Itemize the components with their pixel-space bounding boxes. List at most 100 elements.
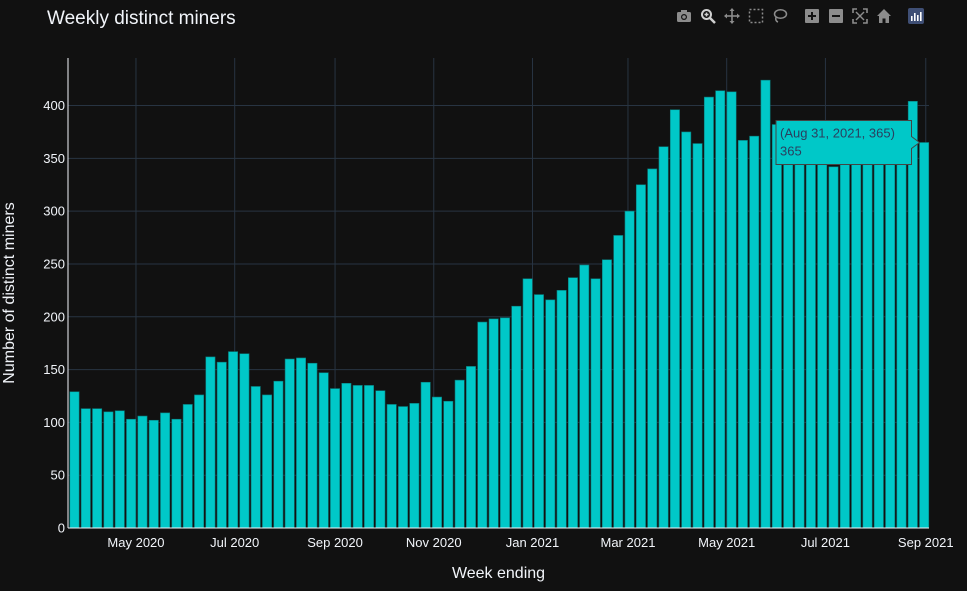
bar[interactable] xyxy=(783,153,794,529)
bar[interactable] xyxy=(873,140,884,529)
bar[interactable] xyxy=(148,419,159,529)
bar[interactable] xyxy=(511,305,522,529)
bar[interactable] xyxy=(216,361,227,529)
bar[interactable] xyxy=(318,372,329,529)
bar[interactable] xyxy=(432,396,442,529)
bar[interactable] xyxy=(386,404,397,529)
bar[interactable] xyxy=(919,142,930,529)
bar[interactable] xyxy=(794,136,805,529)
bar[interactable] xyxy=(669,109,680,529)
x-tick-label: Sep 2020 xyxy=(307,535,363,550)
bar[interactable] xyxy=(92,408,103,529)
bar[interactable] xyxy=(341,383,352,529)
x-axis-title: Week ending xyxy=(452,565,545,582)
bar[interactable] xyxy=(182,404,193,529)
bar[interactable] xyxy=(534,294,544,529)
bar[interactable] xyxy=(907,101,918,529)
y-tick-label: 400 xyxy=(43,98,65,113)
y-tick-label: 100 xyxy=(43,415,65,430)
bar[interactable] xyxy=(522,278,533,529)
y-axis-title: Number of distinct miners xyxy=(1,202,18,383)
bar[interactable] xyxy=(896,123,907,529)
bar[interactable] xyxy=(239,353,250,529)
bar[interactable] xyxy=(443,400,454,529)
bar[interactable] xyxy=(590,278,601,529)
bar[interactable] xyxy=(171,418,182,529)
bar[interactable] xyxy=(635,184,646,529)
x-tick-label: Sep 2021 xyxy=(898,535,954,550)
bar[interactable] xyxy=(579,264,590,529)
bar[interactable] xyxy=(500,317,510,529)
x-tick-label: Nov 2020 xyxy=(406,535,462,550)
x-tick-label: Jul 2020 xyxy=(210,535,259,550)
x-tick-label: Mar 2021 xyxy=(601,535,656,550)
bar[interactable] xyxy=(817,149,828,529)
bar[interactable] xyxy=(703,96,714,529)
bar[interactable] xyxy=(737,140,748,529)
bar[interactable] xyxy=(477,321,488,529)
y-tick-label: 300 xyxy=(43,204,65,219)
bar[interactable] xyxy=(114,410,125,529)
bar[interactable] xyxy=(647,168,658,529)
bar[interactable] xyxy=(613,235,624,529)
bar[interactable] xyxy=(352,385,363,529)
bar[interactable] xyxy=(658,146,669,529)
bar[interactable] xyxy=(69,391,80,529)
bar[interactable] xyxy=(839,158,850,529)
bar[interactable] xyxy=(488,318,499,529)
bar[interactable] xyxy=(692,143,703,529)
bar[interactable] xyxy=(749,135,760,529)
bar[interactable] xyxy=(715,90,726,529)
bar[interactable] xyxy=(420,381,431,529)
bar[interactable] xyxy=(681,131,692,529)
bar[interactable] xyxy=(601,259,612,529)
bar[interactable] xyxy=(556,290,567,529)
y-tick-label: 150 xyxy=(43,362,65,377)
bar[interactable] xyxy=(80,408,91,529)
tooltip-line-1: (Aug 31, 2021, 365) xyxy=(780,125,895,140)
tooltip-line-2: 365 xyxy=(780,143,802,158)
bar[interactable] xyxy=(160,412,171,529)
hover-tooltip: (Aug 31, 2021, 365) 365 xyxy=(775,119,921,165)
bar[interactable] xyxy=(466,366,476,529)
bar[interactable] xyxy=(250,386,261,529)
bar[interactable] xyxy=(568,277,578,529)
y-tick-label: 350 xyxy=(43,151,65,166)
bar[interactable] xyxy=(228,351,239,529)
bar[interactable] xyxy=(624,210,635,529)
x-tick-label: May 2020 xyxy=(107,535,164,550)
bar[interactable] xyxy=(885,131,896,529)
bar[interactable] xyxy=(307,362,318,529)
bar[interactable] xyxy=(828,166,839,529)
bar-chart: 0 50 100 150 200 250 300 350 400 May 2020 Jul 2020… xyxy=(1,58,954,582)
bar[interactable] xyxy=(454,379,465,529)
x-tick-label: Jul 2021 xyxy=(801,535,850,550)
bar[interactable] xyxy=(126,418,137,529)
bar[interactable] xyxy=(771,124,782,529)
bar[interactable] xyxy=(726,91,737,529)
y-tick-label: 250 xyxy=(43,256,65,271)
bar[interactable] xyxy=(103,411,114,529)
bar[interactable] xyxy=(137,415,148,529)
x-tick-label: May 2021 xyxy=(698,535,755,550)
bar[interactable] xyxy=(296,357,306,529)
bar[interactable] xyxy=(364,385,374,529)
bar[interactable] xyxy=(284,358,295,529)
bar[interactable] xyxy=(262,394,273,529)
bar[interactable] xyxy=(862,144,873,529)
y-tick-label: 200 xyxy=(43,309,65,324)
bar[interactable] xyxy=(330,388,340,529)
bar[interactable] xyxy=(851,151,862,529)
x-tick-label: Jan 2021 xyxy=(506,535,560,550)
bar[interactable] xyxy=(760,79,771,529)
bar[interactable] xyxy=(398,406,408,529)
bar[interactable] xyxy=(273,380,284,529)
y-tick-label: 50 xyxy=(51,468,65,483)
bar[interactable] xyxy=(805,155,816,529)
bar[interactable] xyxy=(409,403,420,529)
bar[interactable] xyxy=(375,390,386,529)
y-tick-label: 0 xyxy=(58,521,65,536)
bar[interactable] xyxy=(205,356,216,529)
bar[interactable] xyxy=(194,394,205,529)
bar[interactable] xyxy=(545,299,556,529)
